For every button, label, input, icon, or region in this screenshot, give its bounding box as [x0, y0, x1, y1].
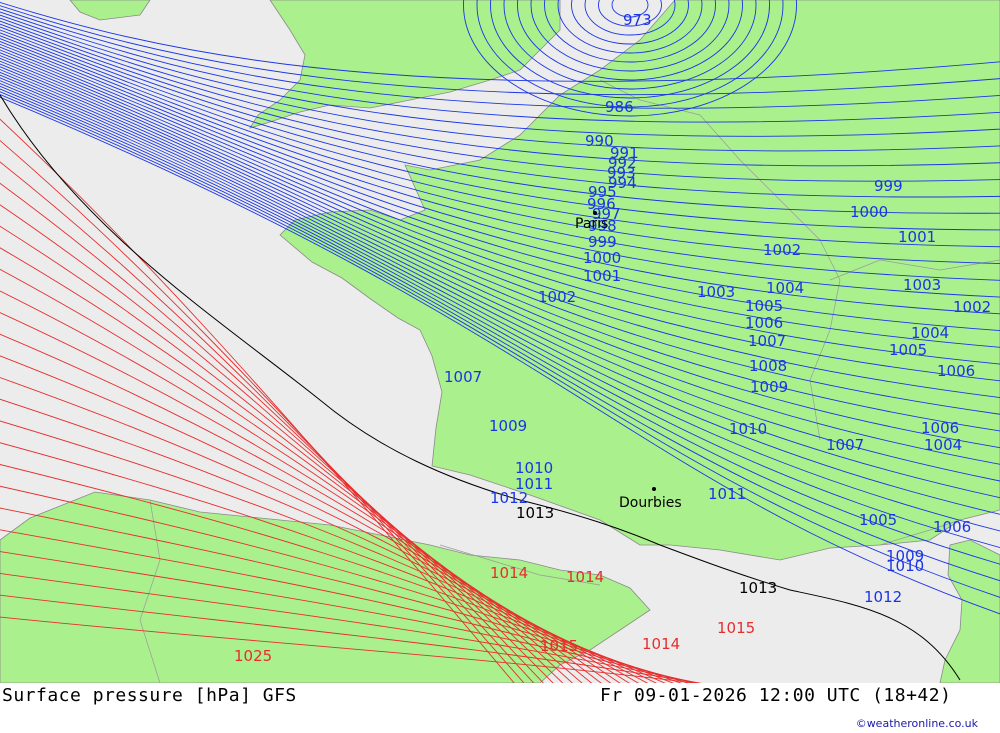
label-1003-a: 1003 — [697, 283, 735, 301]
label-1015-b: 1015 — [717, 619, 755, 637]
label-1013-b: 1013 — [739, 579, 777, 597]
city-label-dourbies: Dourbies — [619, 495, 682, 511]
label-1002-a: 1002 — [538, 288, 576, 306]
label-1015-a: 1015 — [540, 637, 578, 655]
label-1004-a: 1004 — [766, 279, 804, 297]
label-1006-c: 1006 — [921, 419, 959, 437]
valid-time: Fr 09-01-2026 12:00 UTC (18+42) — [600, 685, 952, 706]
label-1025: 1025 — [234, 647, 272, 665]
label-1005-b: 1005 — [889, 341, 927, 359]
map-title: Surface pressure [hPa] GFS — [2, 685, 297, 706]
label-1001-b: 1001 — [898, 228, 936, 246]
label-1014-b: 1014 — [566, 568, 604, 586]
label-1010-c: 1010 — [886, 557, 924, 575]
pressure-map: 973 986 990 991 992 993 994 995 996 997 … — [0, 0, 1000, 683]
credit-link[interactable]: ©weatheronline.co.uk — [856, 717, 978, 730]
label-1006-d: 1006 — [933, 518, 971, 536]
label-1006-a: 1006 — [745, 314, 783, 332]
label-1006-b: 1006 — [937, 362, 975, 380]
label-1009-b: 1009 — [750, 378, 788, 396]
label-1002-b: 1002 — [763, 241, 801, 259]
label-1013-a: 1013 — [516, 504, 554, 522]
label-1007-b: 1007 — [748, 332, 786, 350]
weather-map-panel: 973 986 990 991 992 993 994 995 996 997 … — [0, 0, 1000, 733]
label-1010-b: 1010 — [729, 420, 767, 438]
label-1011-b: 1011 — [708, 485, 746, 503]
label-1000-a: 1000 — [583, 249, 621, 267]
label-1000-b: 1000 — [850, 203, 888, 221]
label-1007-c: 1007 — [826, 436, 864, 454]
dourbies-dot — [652, 487, 656, 491]
paris-dot — [593, 211, 597, 215]
label-1003-b: 1003 — [903, 276, 941, 294]
label-1004-b: 1004 — [911, 324, 949, 342]
city-label-paris: Paris — [575, 216, 608, 232]
label-1004-c: 1004 — [924, 436, 962, 454]
label-1005-a: 1005 — [745, 297, 783, 315]
label-1012-b: 1012 — [864, 588, 902, 606]
label-973: 973 — [623, 11, 652, 29]
label-1008: 1008 — [749, 357, 787, 375]
label-1002-c: 1002 — [953, 298, 991, 316]
label-1014-a: 1014 — [490, 564, 528, 582]
map-footer: Surface pressure [hPa] GFS Fr 09-01-2026… — [0, 683, 1000, 733]
label-1014-c: 1014 — [642, 635, 680, 653]
label-1009-a: 1009 — [489, 417, 527, 435]
label-1005-c: 1005 — [859, 511, 897, 529]
label-986: 986 — [605, 98, 634, 116]
label-1001-a: 1001 — [583, 267, 621, 285]
label-1007-a: 1007 — [444, 368, 482, 386]
label-999-b: 999 — [874, 177, 903, 195]
